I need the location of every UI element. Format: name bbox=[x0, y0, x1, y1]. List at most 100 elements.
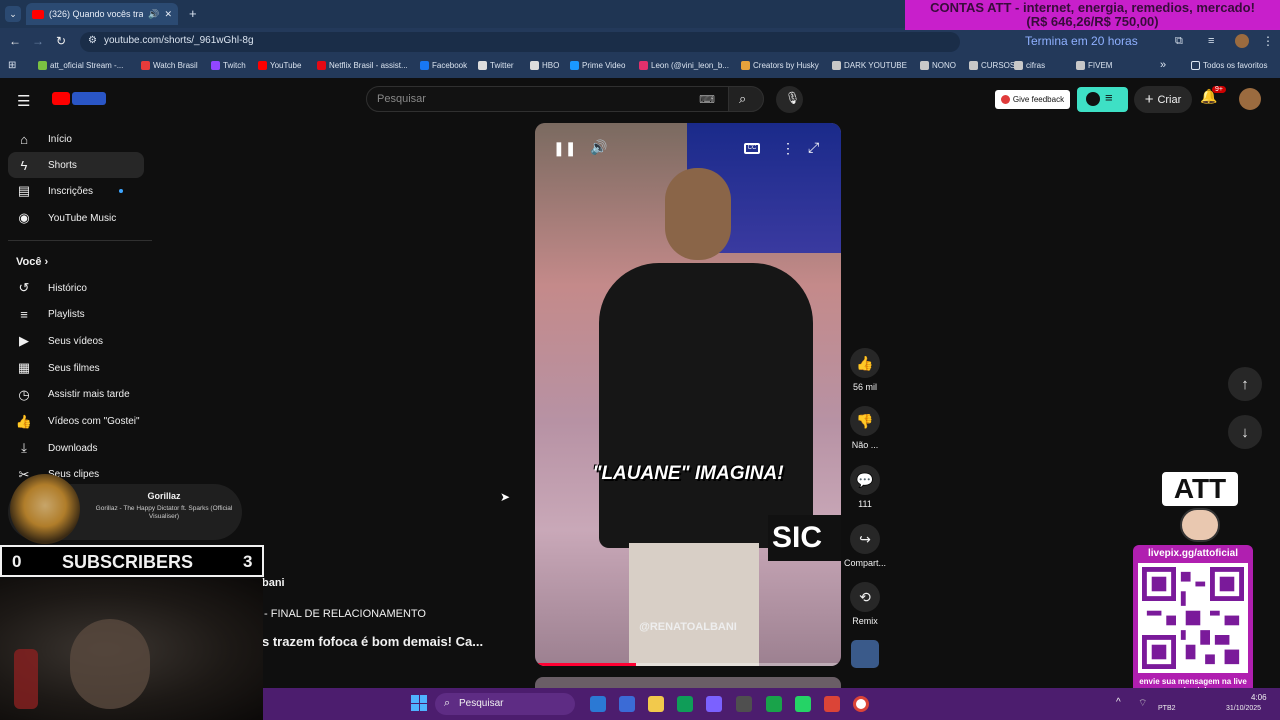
taskbar-search[interactable]: ⌕ Pesquisar bbox=[435, 693, 575, 715]
tray-chevron-icon[interactable]: ^ bbox=[1116, 697, 1121, 708]
action-button[interactable]: 💬 111 bbox=[842, 465, 888, 509]
bookmark-item[interactable]: Twitter bbox=[478, 61, 514, 70]
action-icon: 💬 bbox=[850, 465, 880, 495]
bookmark-item[interactable]: NONO bbox=[920, 61, 956, 70]
taskbar-app-icon[interactable] bbox=[795, 696, 811, 712]
site-info-icon[interactable]: ⚙ bbox=[88, 35, 97, 46]
bookmark-item[interactable]: YouTube bbox=[258, 61, 301, 70]
taskbar-app-icon[interactable] bbox=[824, 696, 840, 712]
taskbar-app-icon[interactable] bbox=[766, 696, 782, 712]
volume-icon[interactable]: 🔊 bbox=[590, 139, 607, 156]
action-icon: ↪ bbox=[850, 524, 880, 554]
bookmark-item[interactable]: FIVEM bbox=[1076, 61, 1112, 70]
youtube-logo[interactable] bbox=[52, 91, 108, 106]
extensions-icon[interactable]: ⧉ bbox=[1175, 35, 1183, 48]
voice-search-button[interactable]: 🎙 bbox=[776, 86, 803, 113]
search-button[interactable]: ⌕ bbox=[728, 86, 764, 112]
taskbar-search-label: Pesquisar bbox=[459, 698, 504, 709]
search-input[interactable]: Pesquisar ⌨ bbox=[366, 86, 730, 112]
apps-grid-icon[interactable]: ⊞ bbox=[8, 60, 16, 71]
bookmark-item[interactable]: Leon (@vini_leon_b... bbox=[639, 61, 729, 70]
shorts-video-player[interactable]: SIC "LAUANE" IMAGINA! @RENATOALBANI ❚❚ 🔊… bbox=[535, 123, 841, 666]
account-avatar[interactable] bbox=[1239, 88, 1261, 110]
pause-icon[interactable]: ❚❚ bbox=[553, 140, 576, 157]
you-section-header[interactable]: Você › bbox=[16, 256, 48, 268]
taskbar-app-icon[interactable] bbox=[677, 696, 693, 712]
tab-close-icon[interactable]: ✕ bbox=[164, 9, 172, 20]
extension-button[interactable]: ≡ bbox=[1077, 87, 1128, 112]
bookmark-item[interactable]: HBO bbox=[530, 61, 559, 70]
next-video-peek[interactable] bbox=[535, 677, 841, 688]
mascot-face bbox=[1180, 508, 1220, 542]
media-control-icon[interactable]: ≡ bbox=[1208, 35, 1214, 47]
taskbar-app-icon[interactable] bbox=[619, 696, 635, 712]
network-icon[interactable]: ⌔ bbox=[1138, 697, 1147, 710]
browser-menu-icon[interactable]: ⋮ bbox=[1262, 34, 1274, 48]
sidebar-item[interactable]: ▶ Seus vídeos bbox=[8, 328, 144, 354]
create-button[interactable]: + Criar bbox=[1134, 86, 1192, 113]
sidebar-item[interactable]: ≡ Playlists bbox=[8, 302, 144, 328]
taskbar-app-icon[interactable] bbox=[736, 696, 752, 712]
bookmark-item[interactable]: Netflix Brasil - assist... bbox=[317, 61, 408, 70]
new-tab-button[interactable]: + bbox=[189, 6, 197, 21]
sidebar-item[interactable]: ▦ Seus filmes bbox=[8, 355, 144, 381]
action-button[interactable]: 👎 Não ... bbox=[842, 406, 888, 450]
captions-icon[interactable]: CC bbox=[744, 143, 760, 154]
sidebar-item[interactable]: ◉ YouTube Music bbox=[8, 205, 144, 231]
previous-short-button[interactable]: ↑ bbox=[1228, 367, 1262, 401]
clock-date[interactable]: 31/10/2025 bbox=[1226, 705, 1261, 712]
bookmark-item[interactable]: DARK YOUTUBE bbox=[832, 61, 907, 70]
give-feedback-button[interactable]: Give feedback bbox=[995, 90, 1070, 109]
clock-time[interactable]: 4:06 bbox=[1251, 693, 1267, 702]
sidebar-item[interactable]: ϟ Shorts bbox=[8, 152, 144, 178]
sidebar-item[interactable]: ◷ Assistir mais tarde bbox=[8, 382, 144, 408]
bookmark-item[interactable]: Creators by Husky bbox=[741, 61, 819, 70]
sidebar-item[interactable]: ⤓ Downloads bbox=[8, 435, 144, 461]
fullscreen-icon[interactable]: ⤢ bbox=[808, 139, 819, 156]
bookmark-item[interactable]: CURSOS bbox=[969, 61, 1015, 70]
bookmark-item[interactable]: att_oficial Stream -... bbox=[38, 61, 123, 70]
bookmarks-overflow-icon[interactable]: » bbox=[1160, 59, 1166, 71]
taskbar-app-icon[interactable] bbox=[648, 696, 664, 712]
action-button[interactable]: 👍 56 mil bbox=[842, 348, 888, 392]
action-button[interactable]: ↪ Compart... bbox=[842, 524, 888, 568]
windows-start-icon[interactable] bbox=[411, 695, 427, 711]
bookmark-favicon-icon bbox=[969, 61, 978, 70]
bookmark-label: att_oficial Stream -... bbox=[50, 61, 124, 70]
bookmark-item[interactable]: Watch Brasil bbox=[141, 61, 198, 70]
taskbar-app-icon[interactable] bbox=[590, 696, 606, 712]
sidebar-item-label: Histórico bbox=[48, 282, 87, 294]
back-icon[interactable]: ← bbox=[9, 34, 21, 48]
all-favorites-folder[interactable]: Todos os favoritos bbox=[1191, 61, 1267, 70]
feedback-icon bbox=[1000, 95, 1010, 104]
reload-icon[interactable]: ↻ bbox=[56, 34, 66, 48]
bookmark-label: YouTube bbox=[270, 61, 302, 70]
keyboard-icon[interactable]: ⌨ bbox=[699, 93, 715, 106]
action-label: Compart... bbox=[843, 558, 886, 568]
tab-audio-icon[interactable]: 🔊 bbox=[148, 9, 159, 20]
more-options-icon[interactable]: ⋮ bbox=[781, 140, 795, 157]
tab-search-button[interactable]: ⌄ bbox=[5, 6, 21, 22]
bookmark-item[interactable]: Twitch bbox=[211, 61, 246, 70]
taskbar-app-icon[interactable] bbox=[706, 696, 722, 712]
bookmark-label: Leon (@vini_leon_b... bbox=[651, 61, 729, 70]
keyboard-language[interactable]: PTB2 bbox=[1158, 705, 1176, 712]
bookmark-item[interactable]: Prime Video bbox=[570, 61, 625, 70]
channel-avatar[interactable] bbox=[851, 640, 879, 668]
chrome-taskbar-icon[interactable] bbox=[853, 696, 869, 712]
action-icon: ⟲ bbox=[850, 582, 880, 612]
hamburger-menu-icon[interactable]: ☰ bbox=[17, 92, 30, 110]
sidebar-item[interactable]: ⌂ Início bbox=[8, 126, 144, 152]
next-short-button[interactable]: ↓ bbox=[1228, 415, 1262, 449]
progress-track[interactable] bbox=[535, 663, 841, 666]
profile-avatar[interactable] bbox=[1235, 34, 1249, 48]
sidebar-item[interactable]: 👍 Vídeos com "Gostei" bbox=[8, 409, 144, 435]
sidebar-item[interactable]: ▤ Inscrições bbox=[8, 178, 144, 204]
active-tab[interactable]: (326) Quando vocês trazem 🔊 ✕ bbox=[26, 3, 178, 25]
url-field[interactable]: ⚙ youtube.com/shorts/_961wGhl-8g bbox=[80, 32, 960, 52]
action-button[interactable]: ⟲ Remix bbox=[842, 582, 888, 626]
forward-icon[interactable]: → bbox=[32, 34, 44, 48]
bookmark-item[interactable]: Facebook bbox=[420, 61, 467, 70]
sidebar-item[interactable]: ↺ Histórico bbox=[8, 275, 144, 301]
bookmark-item[interactable]: cifras bbox=[1014, 61, 1045, 70]
